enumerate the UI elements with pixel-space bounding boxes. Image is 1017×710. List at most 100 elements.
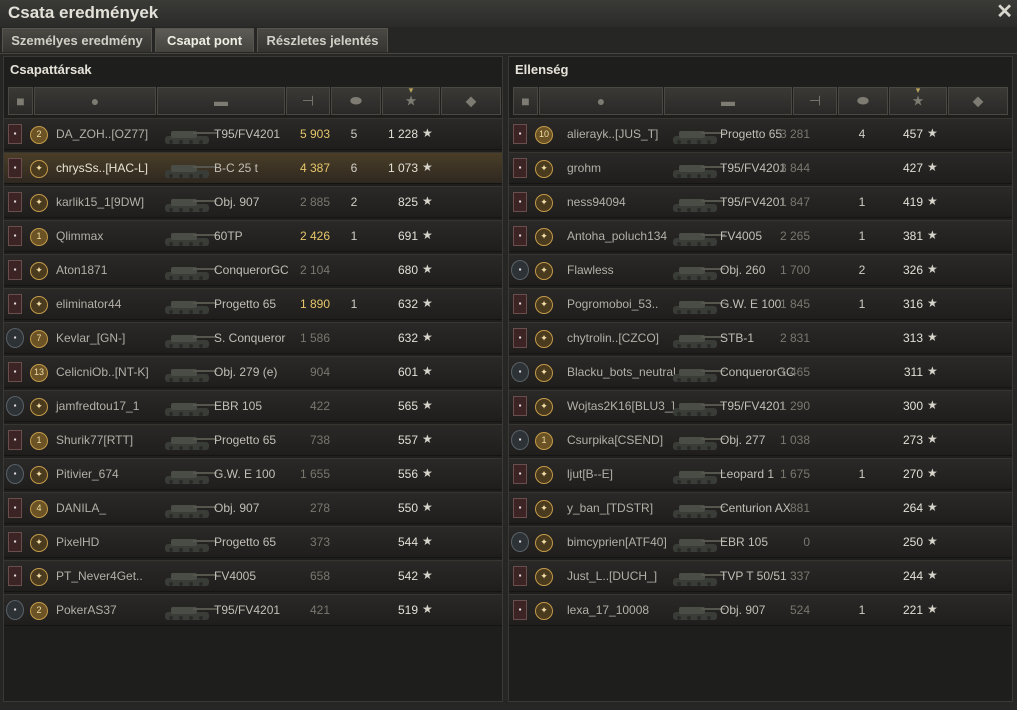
player-row[interactable]: ▪ ✦ grohm T95/FV4201 3 844 427 ★ xyxy=(509,152,1012,184)
player-row[interactable]: ▪ ✦ Just_L..[DUCH_] TVP T 50/51 337 244 ★ xyxy=(509,560,1012,592)
player-row[interactable]: ▪ ✦ lexa_17_10008 Obj. 907 524 1 221 ★ xyxy=(509,594,1012,626)
column-header[interactable]: ■ xyxy=(8,87,33,115)
player-row[interactable]: ▪ 1 Qlimmax 60TP 2 426 1 691 ★ xyxy=(4,220,502,252)
player-name[interactable]: Pitivier_674 xyxy=(56,467,119,481)
column-header[interactable]: ▬ xyxy=(664,87,792,115)
column-header[interactable]: ⬬ xyxy=(331,87,381,115)
player-row[interactable]: ▪ 1 Shurik77[RTT] Progetto 65 738 557 ★ xyxy=(4,424,502,456)
tank-icon xyxy=(669,496,727,522)
player-row[interactable]: ▪ ✦ Aton1871 ConquerorGC 2 104 680 ★ xyxy=(4,254,502,286)
xp-value: 381 xyxy=(902,229,923,243)
column-header[interactable]: ◆ xyxy=(948,87,1008,115)
column-header[interactable]: ■ xyxy=(513,87,538,115)
player-row[interactable]: ▪ 10 alierayk..[JUS_T] Progetto 65 3 281 4 457… xyxy=(509,118,1012,150)
player-row[interactable]: ▪ 2 DA_ZOH..[OZ77] T95/FV4201 5 903 5 1 228 ★ xyxy=(4,118,502,150)
player-name[interactable]: chrysSs..[HAC-L] xyxy=(56,161,148,175)
column-header[interactable]: ⬬ xyxy=(838,87,888,115)
player-name[interactable]: PokerAS37 xyxy=(56,603,117,617)
player-row[interactable]: ▪ ✦ y_ban_[TDSTR] Centurion AX 881 264 ★ xyxy=(509,492,1012,524)
column-header[interactable]: ⊣ xyxy=(286,87,330,115)
player-row[interactable]: ▪ ✦ chrysSs..[HAC-L] B-C 25 t 4 387 6 1 073 ★ xyxy=(4,152,502,184)
column-header[interactable]: ● xyxy=(539,87,663,115)
player-row[interactable]: ▪ ✦ bimcyprien[ATF40] EBR 105 0 250 ★ xyxy=(509,526,1012,558)
player-name[interactable]: Shurik77[RTT] xyxy=(56,433,133,447)
player-name[interactable]: Csurpika[CSEND] xyxy=(567,433,663,447)
player-name[interactable]: Just_L..[DUCH_] xyxy=(567,569,657,583)
player-name[interactable]: bimcyprien[ATF40] xyxy=(567,535,667,549)
achievement-badge-icon: 1 xyxy=(30,432,48,450)
rank-icon: ▪ xyxy=(8,294,22,314)
player-row[interactable]: ▪ ✦ Antoha_poluch134 FV4005 2 265 1 381 ★ xyxy=(509,220,1012,252)
xp-value: 311 xyxy=(903,365,923,379)
tab-personal-results[interactable]: Személyes eredmény xyxy=(2,28,152,52)
player-row[interactable]: ▪ ✦ ness94094 T95/FV4201 1 847 1 419 ★ xyxy=(509,186,1012,218)
player-row[interactable]: ▪ ✦ Blacku_bots_neutral.. ConquerorGC 1 465 3… xyxy=(509,356,1012,388)
xp-value: 550 xyxy=(397,501,418,515)
vehicle-name: FV4005 xyxy=(720,229,763,243)
player-name[interactable]: Aton1871 xyxy=(56,263,107,277)
column-header[interactable]: ▬ xyxy=(157,87,285,115)
player-row[interactable]: ▪ ✦ chytrolin..[CZCO] STB-1 2 831 313 ★ xyxy=(509,322,1012,354)
player-name[interactable]: Flawless xyxy=(567,263,614,277)
player-name[interactable]: alierayk..[JUS_T] xyxy=(567,127,658,141)
xp-value: 300 xyxy=(902,399,923,413)
player-name[interactable]: Kevlar_[GN-] xyxy=(56,331,125,345)
damage-value: 2 104 xyxy=(299,263,330,277)
player-row[interactable]: ▪ 1 Csurpika[CSEND] Obj. 277 1 038 273 ★ xyxy=(509,424,1012,456)
player-name[interactable]: Antoha_poluch134 xyxy=(567,229,667,243)
player-name[interactable]: Wojtas2K16[BLU3_] xyxy=(567,399,675,413)
player-name[interactable]: Pogromoboi_53.. xyxy=(567,297,658,311)
player-name[interactable]: ljut[B--E] xyxy=(567,467,613,481)
achievement-badge-icon: ✦ xyxy=(535,500,553,518)
player-row[interactable]: ▪ 13 CelicniOb..[NT-K] Obj. 279 (e) 904 601 ★ xyxy=(4,356,502,388)
player-name[interactable]: jamfredtou17_1 xyxy=(56,399,139,413)
player-name[interactable]: DA_ZOH..[OZ77] xyxy=(56,127,148,141)
column-header[interactable]: ● xyxy=(34,87,156,115)
vehicle-name: Obj. 277 xyxy=(720,433,766,447)
vehicle-name: EBR 105 xyxy=(720,535,769,549)
player-name[interactable]: lexa_17_10008 xyxy=(567,603,649,617)
close-icon[interactable]: ✕ xyxy=(996,0,1013,24)
player-row[interactable]: ▪ ✦ PixelHD Progetto 65 373 544 ★ xyxy=(4,526,502,558)
player-name[interactable]: Qlimmax xyxy=(56,229,103,243)
player-row[interactable]: ▪ ✦ Pitivier_674 G.W. E 100 1 655 556 ★ xyxy=(4,458,502,490)
star-icon: ★ xyxy=(422,432,433,446)
player-name[interactable]: karlik15_1[9DW] xyxy=(56,195,144,209)
player-row[interactable]: ▪ 2 PokerAS37 T95/FV4201 421 519 ★ xyxy=(4,594,502,626)
sort-indicator-icon: ▾ xyxy=(915,85,921,95)
player-row[interactable]: ▪ ✦ PT_Never4Get.. FV4005 658 542 ★ xyxy=(4,560,502,592)
player-name[interactable]: eliminator44 xyxy=(56,297,121,311)
player-row[interactable]: ▪ 7 Kevlar_[GN-] S. Conqueror 1 586 632 ★ xyxy=(4,322,502,354)
tank-icon xyxy=(669,462,727,488)
tab-detailed-report[interactable]: Részletes jelentés xyxy=(257,28,388,52)
player-row[interactable]: ▪ ✦ karlik15_1[9DW] Obj. 907 2 885 2 825 ★ xyxy=(4,186,502,218)
tank-icon xyxy=(669,190,727,216)
player-name[interactable]: DANILA_ xyxy=(56,501,106,515)
player-row[interactable]: ▪ ✦ eliminator44 Progetto 65 1 890 1 632 ★ xyxy=(4,288,502,320)
player-name[interactable]: chytrolin..[CZCO] xyxy=(567,331,659,345)
damage-value: 904 xyxy=(309,365,330,379)
player-row[interactable]: ▪ ✦ Pogromoboi_53.. G.W. E 100 1 845 1 316 ★ xyxy=(509,288,1012,320)
player-row[interactable]: ▪ 4 DANILA_ Obj. 907 278 550 ★ xyxy=(4,492,502,524)
player-row[interactable]: ▪ ✦ jamfredtou17_1 EBR 105 422 565 ★ xyxy=(4,390,502,422)
player-name[interactable]: y_ban_[TDSTR] xyxy=(567,501,653,515)
player-row[interactable]: ▪ ✦ Flawless Obj. 260 1 700 2 326 ★ xyxy=(509,254,1012,286)
column-header[interactable]: ⊣ xyxy=(793,87,837,115)
player-name[interactable]: Blacku_bots_neutral.. xyxy=(567,365,682,379)
column-header[interactable]: ★ ▾ xyxy=(382,85,440,115)
player-row[interactable]: ▪ ✦ Wojtas2K16[BLU3_] T95/FV4201 1 290 300 ★ xyxy=(509,390,1012,422)
player-row[interactable]: ▪ ✦ ljut[B--E] Leopard 11 675 1 270 ★ xyxy=(509,458,1012,490)
kills-value: 1 xyxy=(858,467,866,481)
xp-value: 316 xyxy=(902,297,923,311)
player-name[interactable]: PT_Never4Get.. xyxy=(56,569,143,583)
player-name[interactable]: PixelHD xyxy=(56,535,99,549)
player-name[interactable]: ness94094 xyxy=(567,195,626,209)
player-name[interactable]: grohm xyxy=(567,161,601,175)
tab-team-score[interactable]: Csapat pont xyxy=(155,28,254,52)
kills-value: 2 xyxy=(858,263,866,277)
damage-value: 2 265 xyxy=(779,229,810,243)
player-name[interactable]: CelicniOb..[NT-K] xyxy=(56,365,149,379)
star-icon: ★ xyxy=(927,296,938,310)
column-header[interactable]: ◆ xyxy=(441,87,501,115)
column-header[interactable]: ★ ▾ xyxy=(889,85,947,115)
